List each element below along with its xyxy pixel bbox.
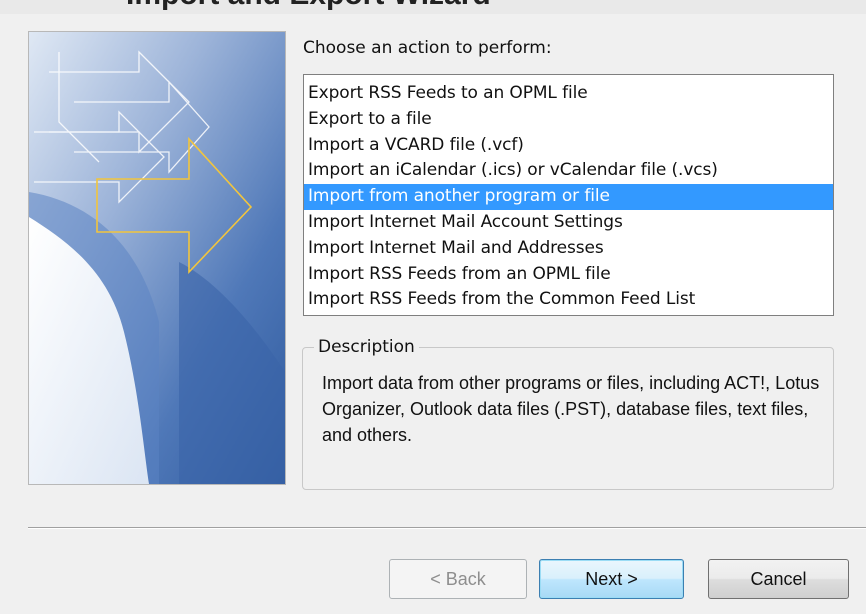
list-item-import-from-program[interactable]: Import from another program or file bbox=[304, 184, 833, 210]
list-item-import-mail-and-addresses[interactable]: Import Internet Mail and Addresses bbox=[304, 236, 833, 262]
list-item-export-rss-opml[interactable]: Export RSS Feeds to an OPML file bbox=[304, 81, 833, 107]
clipped-title-text: Import and Export Wizard bbox=[126, 0, 491, 12]
back-button[interactable]: < Back bbox=[389, 559, 527, 599]
list-item-import-vcard[interactable]: Import a VCARD file (.vcf) bbox=[304, 133, 833, 159]
list-item-import-rss-opml[interactable]: Import RSS Feeds from an OPML file bbox=[304, 262, 833, 288]
wizard-banner-image bbox=[28, 31, 286, 485]
list-item-export-to-file[interactable]: Export to a file bbox=[304, 107, 833, 133]
action-listbox[interactable]: Export RSS Feeds to an OPML file Export … bbox=[303, 74, 834, 316]
wizard-arrows-graphic bbox=[29, 32, 285, 484]
description-legend: Description bbox=[314, 337, 419, 357]
clipped-title-strip: Import and Export Wizard bbox=[0, 0, 866, 14]
description-text: Import data from other programs or files… bbox=[322, 373, 820, 445]
import-export-wizard-dialog: Import and Export Wizard bbox=[0, 0, 866, 614]
list-item-import-rss-common-feed[interactable]: Import RSS Feeds from the Common Feed Li… bbox=[304, 287, 833, 313]
list-item-import-mail-account-settings[interactable]: Import Internet Mail Account Settings bbox=[304, 210, 833, 236]
cancel-button[interactable]: Cancel bbox=[708, 559, 849, 599]
list-item-import-icalendar[interactable]: Import an iCalendar (.ics) or vCalendar … bbox=[304, 158, 833, 184]
action-prompt-label: Choose an action to perform: bbox=[303, 38, 552, 58]
next-button[interactable]: Next > bbox=[539, 559, 684, 599]
button-separator bbox=[28, 527, 866, 529]
